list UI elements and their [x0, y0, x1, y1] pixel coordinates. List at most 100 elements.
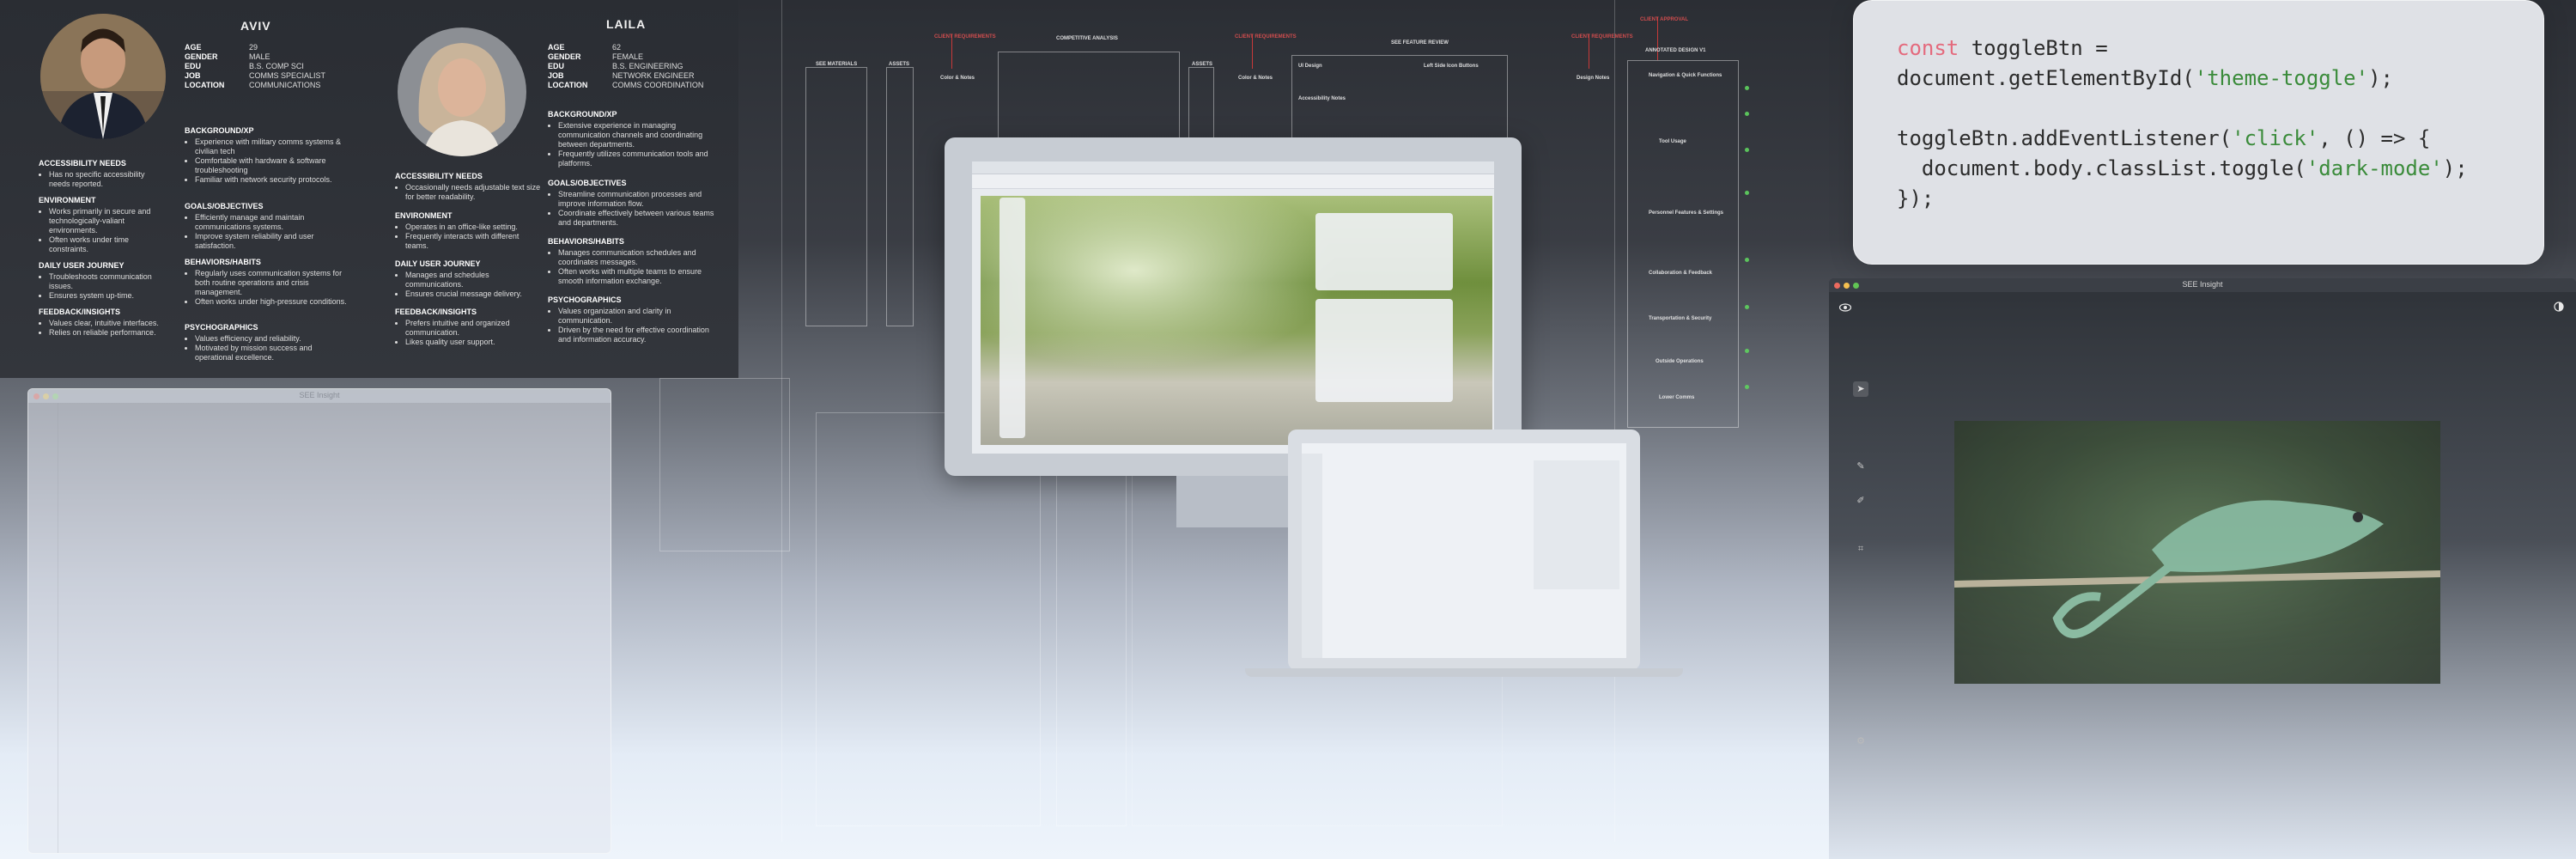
code-text: }); [1897, 186, 1935, 210]
job-label: JOB [185, 71, 201, 80]
tool-palette [999, 198, 1025, 438]
code-text: , () => { [2318, 126, 2431, 150]
list-item: Often works under high-pressure conditio… [195, 297, 348, 307]
approval-label: CLIENT APPROVAL [1640, 17, 1689, 22]
section-subheader: Design Notes [1577, 76, 1610, 81]
window-title: SEE Insight [299, 391, 340, 399]
laila-environment: ENVIRONMENT Operates in an office-like s… [395, 211, 541, 251]
monitor-screen [972, 161, 1494, 454]
laptop-panel [1534, 460, 1619, 589]
list-item: Troubleshoots communication issues. [49, 272, 167, 291]
section-heading: ACCESSIBILITY NEEDS [39, 159, 126, 168]
section-subheader: Tool Usage [1659, 139, 1686, 144]
persona-panel: AVIV AGE 29 GENDER MALE EDU B.S. COMP SCI J… [0, 0, 738, 378]
column-header: SEE MATERIALS [816, 62, 858, 67]
section-heading: BEHAVIORS/HABITS [185, 258, 261, 266]
competitive-analysis-box [998, 52, 1180, 148]
location-label: LOCATION [185, 81, 225, 89]
list-item: Prefers intuitive and organized communic… [405, 319, 541, 338]
list-item: Values clear, intuitive interfaces. [49, 319, 167, 328]
section-heading: FEEDBACK/INSIGHTS [39, 308, 121, 316]
list-item: Works primarily in secure and technologi… [49, 207, 167, 235]
code-string: 'dark-mode' [2306, 156, 2443, 180]
section-subheader: Outside Operations [1656, 359, 1704, 364]
aviv-job: COMMS SPECIALIST [249, 71, 326, 80]
laila-avatar [398, 27, 526, 156]
list-item: Improve system reliability and user sati… [195, 232, 348, 251]
cursor-icon[interactable]: ➤ [1853, 381, 1868, 397]
materials-column [805, 67, 867, 326]
settings-icon[interactable]: ⚙ [1853, 734, 1868, 749]
aviv-background: BACKGROUND/XP Experience with military c… [185, 126, 348, 185]
aviv-edu: B.S. COMP SCI [249, 62, 304, 70]
aviv-age: 29 [249, 43, 258, 52]
section-heading: PSYCHOGRAPHICS [185, 323, 258, 332]
aviv-meta: AGE 29 GENDER MALE EDU B.S. COMP SCI JOB COM… [185, 43, 325, 90]
requirement-label: CLIENT REQUIREMENTS [1571, 34, 1633, 40]
section-subheader: Collaboration & Feedback [1649, 271, 1713, 276]
left-app-window: SEE Insight [27, 388, 611, 854]
age-label: AGE [185, 43, 202, 52]
window-sidebar [28, 403, 58, 853]
laila-accessibility: ACCESSIBILITY NEEDS Occasionally needs a… [395, 172, 541, 202]
window-titlebar: SEE Insight [28, 389, 611, 403]
aviv-name: AVIV [240, 19, 271, 33]
tool-sidebar: ➤ ✎ ✐ ⌗ ⚙ [1850, 347, 1872, 828]
aviv-gender: MALE [249, 52, 270, 61]
code-text: ); [2442, 156, 2468, 180]
layers-dialog [1315, 213, 1453, 290]
feature-item: UI Design [1298, 64, 1322, 69]
location-label: LOCATION [548, 81, 588, 89]
status-dot [1745, 191, 1749, 195]
code-text: toggleBtn = [1959, 36, 2108, 60]
contrast-icon[interactable] [2554, 301, 2564, 312]
list-item: Ensures system up-time. [49, 291, 167, 301]
list-item: Regularly uses communication systems for… [195, 269, 348, 297]
list-item: Frequently interacts with different team… [405, 232, 541, 251]
status-dot [1745, 258, 1749, 262]
code-snippet-panel: const toggleBtn = document.getElementByI… [1853, 0, 2544, 265]
list-item: Occasionally needs adjustable text size … [405, 183, 541, 202]
column-header: SEE FEATURE REVIEW [1391, 40, 1449, 46]
code-text: ); [2368, 66, 2393, 90]
list-item: Values efficiency and reliability. [195, 334, 348, 344]
laptop-base [1245, 668, 1683, 677]
brush-icon[interactable]: ✎ [1853, 459, 1868, 474]
section-heading: ENVIRONMENT [395, 211, 453, 220]
feature-item: Left Side Icon Buttons [1424, 64, 1479, 69]
section-subheader: Color & Notes [940, 76, 975, 81]
toolbar-strip [972, 174, 1494, 189]
code-string: 'theme-toggle' [2194, 66, 2369, 90]
pen-icon[interactable]: ✐ [1853, 493, 1868, 509]
section-heading: FEEDBACK/INSIGHTS [395, 308, 477, 316]
list-item: Ensures crucial message delivery. [405, 289, 541, 299]
status-dot [1745, 86, 1749, 90]
status-dot [1745, 112, 1749, 116]
section-subheader: Lower Comms [1659, 395, 1695, 400]
list-item: Comfortable with hardware & software tro… [195, 156, 348, 175]
connector-line [1252, 34, 1253, 69]
section-subheader: Transportation & Security [1649, 316, 1712, 321]
aviv-feedback: FEEDBACK/INSIGHTS Values clear, intuitiv… [39, 308, 167, 338]
laila-feedback: FEEDBACK/INSIGHTS Prefers intuitive and … [395, 308, 541, 347]
aviv-behaviors: BEHAVIORS/HABITS Regularly uses communic… [185, 258, 348, 307]
gender-label: GENDER [185, 52, 218, 61]
lower-wireframe [659, 378, 790, 551]
list-item: Manages and schedules communications. [405, 271, 541, 289]
laptop-screen [1302, 443, 1626, 658]
list-item: Operates in an office-like setting. [405, 222, 541, 232]
code-text: document.body.classList.toggle( [1897, 156, 2306, 180]
status-dot [1745, 148, 1749, 152]
eye-icon[interactable] [1838, 301, 1852, 312]
feature-item: Accessibility Notes [1298, 96, 1346, 101]
section-heading: DAILY USER JOURNEY [39, 261, 125, 270]
monitor-stand [1176, 476, 1290, 527]
code-text: toggleBtn.addEventListener( [1897, 126, 2233, 150]
crop-icon[interactable]: ⌗ [1853, 541, 1868, 557]
requirement-label: CLIENT REQUIREMENTS [1235, 34, 1297, 40]
column-header: ANNOTATED DESIGN V1 [1645, 48, 1706, 53]
see-insight-window: SEE Insight ➤ ✎ ✐ ⌗ ⚙ [1829, 278, 2576, 859]
section-heading: GOALS/OBJECTIVES [185, 202, 264, 210]
aviv-accessibility: ACCESSIBILITY NEEDS Has no specific acce… [39, 159, 167, 189]
laila-gender: FEMALE [612, 52, 644, 61]
